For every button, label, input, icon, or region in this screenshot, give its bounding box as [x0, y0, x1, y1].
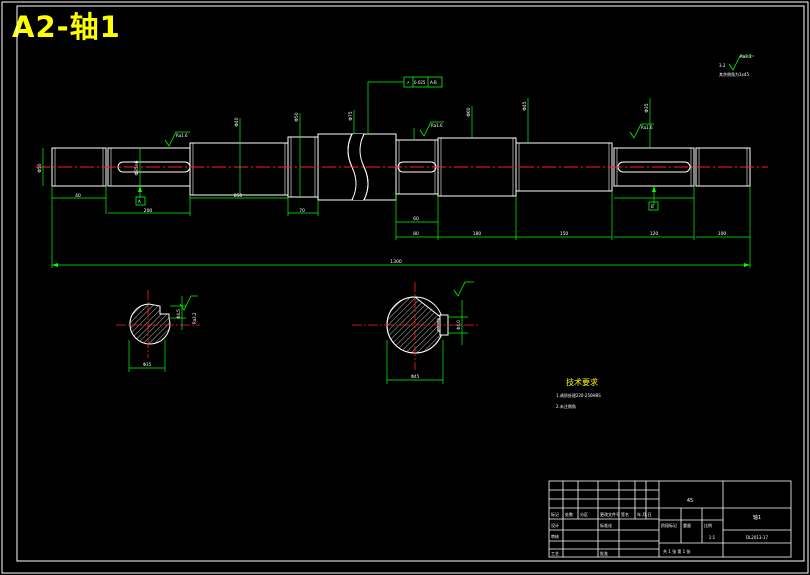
surface-finish-label: Ra1.6 [431, 123, 443, 128]
diameter-text: Φ45 [522, 101, 528, 110]
header-cell: 更改文件号 [600, 511, 620, 517]
role-label: 设计 [551, 522, 559, 528]
tech-req-item: 2.未注倒角 [556, 403, 576, 409]
role-label: 批准 [600, 550, 608, 556]
stage-label: 重量 [683, 522, 691, 528]
tolerance-symbol: ↗ [406, 80, 409, 85]
datum-label-b: B [651, 204, 654, 209]
section-dim: Φ45 [411, 374, 420, 379]
section-dim: Φ4.0 [456, 320, 461, 330]
drawing-number-text: DL2013-17 [746, 535, 768, 540]
diameter-text: Φ35 [644, 103, 650, 112]
tolerance-datum: A-B [430, 80, 437, 85]
dim-text: 850 [234, 193, 243, 199]
dim-text: 100 [718, 231, 727, 237]
diameter-text: Φ40 [234, 117, 240, 126]
surface-finish-label: Ra1.6 [641, 125, 653, 130]
diameter-text: Φ50 [37, 163, 43, 172]
dim-text: 60 [413, 216, 419, 222]
datum-label-a: A [138, 199, 141, 204]
scale-text: 1:1 [709, 535, 716, 540]
dim-text: 70 [299, 208, 305, 214]
dim-text: 150 [560, 231, 569, 237]
header-cell: 标记 [551, 511, 559, 517]
dim-text: 200 [144, 208, 153, 214]
part-name-text: 轴1 [753, 514, 761, 521]
diameter-text: Φ60 [466, 107, 472, 116]
drawing-text-layer: 1300 40 200 850 70 60 80 180 150 120 100… [37, 54, 768, 556]
role-label: 工艺 [551, 551, 559, 556]
dim-text: 40 [75, 193, 81, 199]
diameter-text: Φ35n6 [134, 160, 140, 175]
tech-req-item: 1.调质处理220-250HBS [556, 392, 601, 398]
surface-finish-label: Ra3.2 [740, 54, 752, 59]
surface-finish-label: Ra1.6 [176, 133, 188, 138]
header-cell: 分区 [580, 511, 588, 517]
header-cell: 处数 [565, 511, 573, 517]
role-label: 审核 [551, 533, 559, 539]
diameter-text: Φ50 [294, 112, 300, 121]
header-cell: 年.月.日 [637, 511, 652, 517]
sheet-count-text: 共 1 张 第 1 张 [663, 548, 690, 554]
role-label: 标准化 [600, 522, 612, 528]
diameter-text: Φ75 [348, 111, 354, 120]
material-text: 45 [687, 498, 693, 504]
stage-label: 比例 [704, 522, 712, 528]
overall-length-dim: 1300 [390, 259, 402, 265]
general-finish-label: 3.2 [719, 63, 726, 68]
surface-finish-label: Ra3.2 [192, 312, 197, 324]
dim-text: 120 [650, 231, 659, 237]
dim-text: 180 [473, 231, 482, 237]
dim-text: 80 [413, 231, 419, 237]
section-dim: Φ35 [143, 362, 152, 367]
drawing-canvas: A2-轴1 1300 40 200 850 70 60 80 180 150 1… [0, 0, 810, 575]
header-cell: 签名 [621, 511, 629, 517]
tech-req-heading: 技术要求 [566, 377, 598, 387]
stage-label: 阶段标记 [661, 522, 677, 528]
section-dim: Φ4.5 [176, 309, 181, 319]
tolerance-value: 0.025 [414, 80, 426, 85]
general-finish-note: 其余倒角为1x45 [719, 71, 749, 77]
